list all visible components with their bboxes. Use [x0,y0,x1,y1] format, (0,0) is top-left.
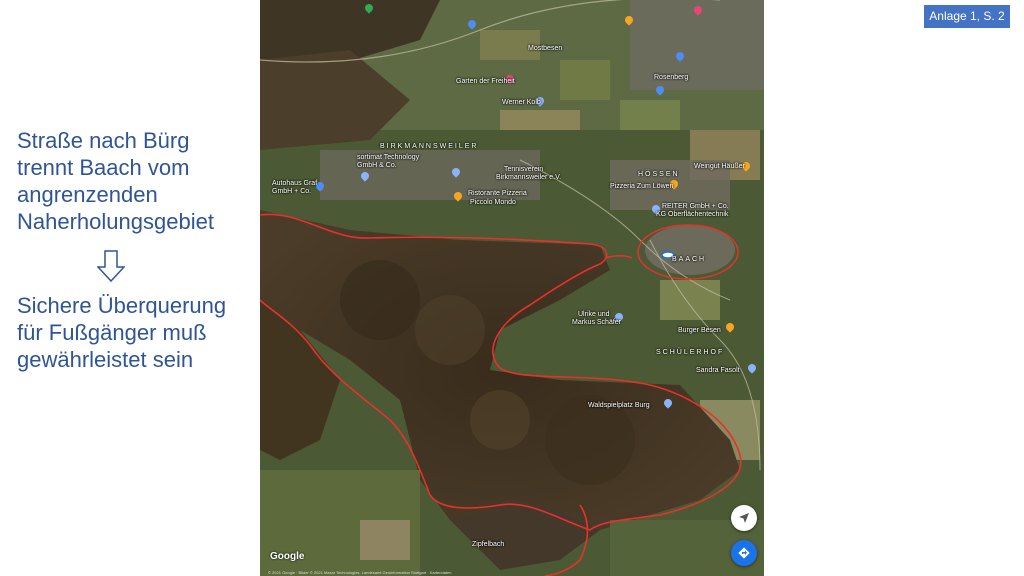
satellite-map[interactable]: BIRKMANNSWEILER HÖSSEN BAACH SCHÜLERHOF Auto… [260,0,764,576]
map-label: Markus Schäfer [572,319,622,326]
map-label: Waldspielplatz Burg [588,402,650,409]
conclusion-line: Sichere Überquerung [17,293,227,318]
map-label: Werner Kolb [502,99,541,106]
map-label: Piccolo Mondo [470,199,516,206]
map-copyright: © 2021 Google · Bilder © 2021 Maxar Tech… [268,570,452,575]
map-label: Sandra Fasolt [696,367,740,374]
page-badge: Anlage 1, S. 2 [924,5,1010,28]
down-arrow-icon [97,250,125,282]
map-label: Burger Besen [678,327,721,334]
map-label: Rosenberg [654,74,689,81]
map-label: HÖSSEN [638,171,680,178]
headline-line: Naherholungsgebiet [17,209,214,234]
conclusion-block: Sichere Überquerung für Fußgänger muß ge… [17,292,252,373]
map-label: Mostbesen [528,45,563,52]
map-label: Zipfelbach [472,541,505,548]
headline-line: Straße nach Bürg [17,128,190,153]
map-label: Weingut Häußer [694,163,745,170]
map-label: Birkmannsweiler e.V. [496,174,562,181]
map-label: SCHÜLERHOF [656,349,725,356]
location-arrow-icon[interactable] [731,505,757,531]
map-label: BAACH [672,256,707,263]
map-label: GmbH + Co. [272,188,312,195]
map-label: Tennisverein [504,166,544,173]
map-label: Garten der Freiheit [456,78,515,85]
map-image [260,0,764,576]
headline-block: Straße nach Bürg trennt Baach vom angren… [17,127,252,235]
google-logo: Google [270,551,305,562]
map-label: KG Oberflächentechnik [656,211,729,218]
map-label: Ristorante Pizzeria [468,190,527,197]
conclusion-line: für Fußgänger muß [17,320,207,345]
map-label: BIRKMANNSWEILER [380,143,479,150]
map-label: Pizzeria Zum Löwen [610,183,674,190]
map-label: Ulrike und [578,311,610,318]
headline-line: trennt Baach vom [17,155,190,180]
map-label: REITER GmbH + Co. [662,203,729,210]
headline-line: angrenzenden [17,182,158,207]
map-label: Autohaus Graf [272,180,318,187]
map-label: sortimat Technology [357,154,420,161]
conclusion-line: gewährleistet sein [17,347,194,372]
directions-icon[interactable] [731,540,757,566]
map-label: GmbH & Co. [357,162,397,169]
